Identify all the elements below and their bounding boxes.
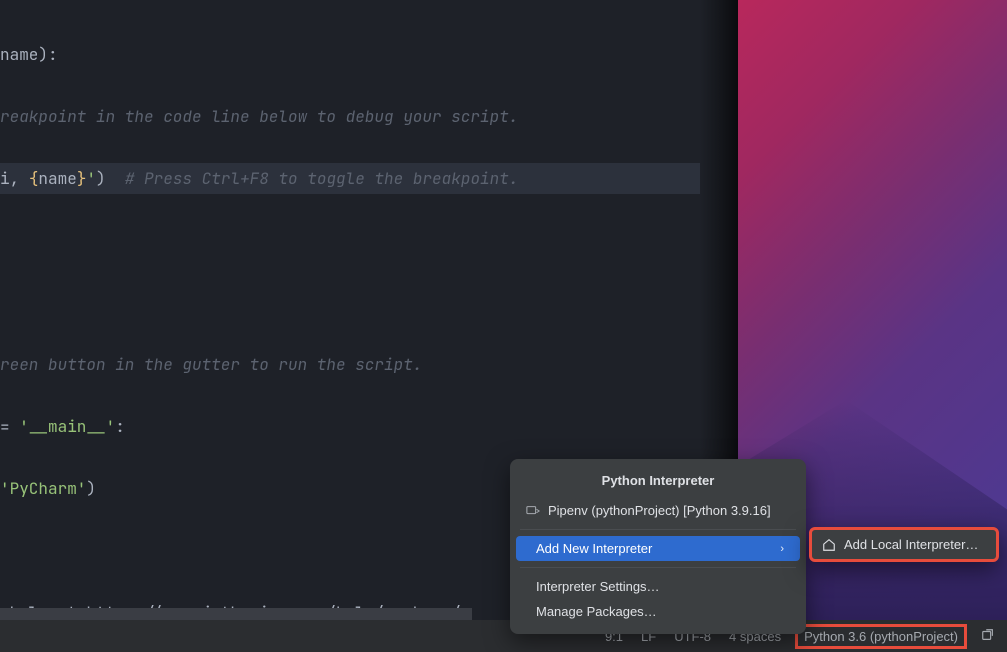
add-local-interpreter-button[interactable]: Add Local Interpreter… [809, 527, 999, 562]
interpreter-settings-row[interactable]: Interpreter Settings… [510, 574, 806, 599]
manage-packages-row[interactable]: Manage Packages… [510, 599, 806, 624]
code-comment: reen button in the gutter to run the scr… [0, 354, 422, 375]
interpreter-status[interactable]: Python 3.6 (pythonProject) [795, 624, 967, 649]
add-local-interpreter-label: Add Local Interpreter… [844, 537, 978, 552]
popout-icon[interactable] [981, 628, 995, 645]
popup-separator [520, 529, 796, 530]
code-string: 'PyCharm' [0, 478, 86, 499]
code-token: : [115, 416, 125, 437]
current-interpreter-row[interactable]: Pipenv (pythonProject) [Python 3.9.16] [510, 498, 806, 523]
manage-packages-label: Manage Packages… [536, 604, 657, 619]
add-new-interpreter-row[interactable]: Add New Interpreter › [516, 536, 800, 561]
code-comment: # Press Ctrl+F8 to toggle the breakpoint… [106, 168, 519, 189]
add-new-interpreter-label: Add New Interpreter [536, 541, 652, 556]
code-token: name [38, 168, 76, 189]
code-comment: reakpoint in the code line below to debu… [0, 106, 518, 127]
horizontal-scrollbar[interactable] [0, 608, 472, 620]
chevron-right-icon: › [780, 543, 784, 555]
code-token: ' [86, 168, 96, 189]
code-token: ) [96, 168, 106, 189]
code-string: '__main__' [19, 416, 115, 437]
pipenv-icon [526, 504, 540, 518]
popup-separator [520, 567, 796, 568]
popup-title: Python Interpreter [510, 469, 806, 498]
code-token: ) [86, 478, 96, 499]
current-interpreter-label: Pipenv (pythonProject) [Python 3.9.16] [548, 503, 771, 518]
status-bar: 9:1 LF UTF-8 4 spaces Python 3.6 (python… [0, 620, 1007, 652]
code-token: = [0, 416, 19, 437]
home-icon [822, 538, 836, 552]
code-token: name [0, 44, 38, 65]
code-token: i, [0, 168, 29, 189]
interpreter-popup: Python Interpreter Pipenv (pythonProject… [510, 459, 806, 634]
code-token: { [29, 168, 39, 189]
code-token: ): [38, 44, 57, 65]
interpreter-settings-label: Interpreter Settings… [536, 579, 660, 594]
code-token: } [77, 168, 87, 189]
